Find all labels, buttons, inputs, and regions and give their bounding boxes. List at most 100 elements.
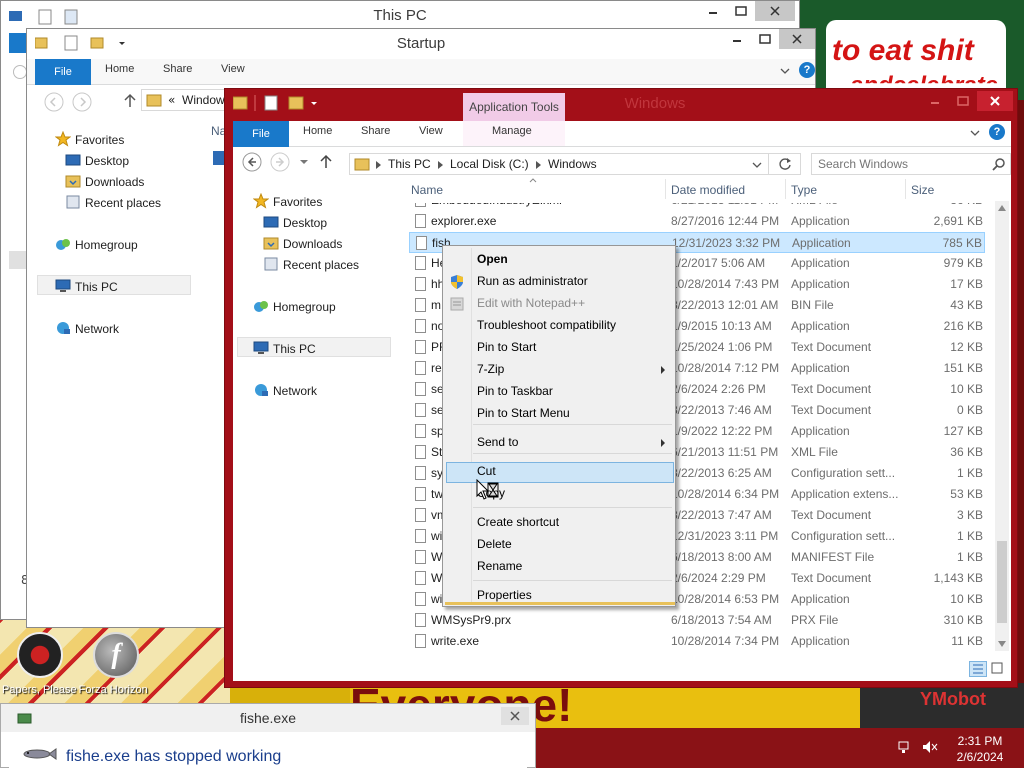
- scroll-up-icon[interactable]: [998, 205, 1006, 211]
- menu-item-pin-to-start[interactable]: Pin to Start: [477, 340, 536, 354]
- tab-file[interactable]: File: [233, 121, 289, 147]
- back-button[interactable]: [13, 65, 27, 79]
- vertical-scrollbar[interactable]: [995, 201, 1009, 651]
- nav-downloads[interactable]: Downloads: [65, 173, 144, 189]
- close-button[interactable]: [779, 29, 815, 49]
- column-header-date[interactable]: Date modified: [671, 183, 745, 197]
- nav-network[interactable]: Network: [55, 320, 119, 336]
- file-icon: [415, 340, 426, 354]
- tab-view[interactable]: View: [419, 125, 443, 137]
- scrollbar-thumb[interactable]: [997, 541, 1007, 623]
- forward-button[interactable]: [269, 151, 291, 173]
- help-icon[interactable]: ?: [799, 62, 815, 78]
- menu-item-pin-to-taskbar[interactable]: Pin to Taskbar: [477, 384, 553, 398]
- forward-button[interactable]: [71, 91, 93, 113]
- file-name: re: [431, 361, 442, 375]
- taskbar-clock[interactable]: 2:31 PM 2/6/2024: [940, 733, 1020, 765]
- minimize-button[interactable]: [921, 91, 949, 111]
- menu-item-pin-to-start-menu[interactable]: Pin to Start Menu: [477, 406, 570, 420]
- file-row[interactable]: WMSysPr9.prx 6/18/2013 7:54 AM PRX File 310…: [409, 610, 985, 631]
- breadcrumb-this-pc[interactable]: This PC: [388, 157, 431, 171]
- close-button[interactable]: [977, 91, 1013, 111]
- volume-muted-icon[interactable]: [922, 740, 938, 754]
- maximize-button[interactable]: [727, 1, 755, 21]
- large-icons-view-icon[interactable]: [989, 661, 1007, 677]
- file-date: 8/22/2013 12:01 AM: [671, 298, 779, 312]
- dialog-close-button[interactable]: [501, 707, 529, 725]
- minimize-button[interactable]: [699, 1, 727, 21]
- nav-desktop[interactable]: Desktop: [65, 152, 129, 168]
- chevron-down-icon[interactable]: [779, 65, 791, 77]
- file-name: St: [431, 445, 443, 459]
- menu-item-create-shortcut[interactable]: Create shortcut: [477, 515, 559, 529]
- dialog-title-bar[interactable]: fishe.exe: [1, 704, 535, 732]
- menu-item-rename[interactable]: Rename: [477, 559, 522, 573]
- file-icon: [416, 236, 427, 250]
- error-dialog[interactable]: fishe.exe fishe.exe has stopped working: [0, 703, 536, 768]
- menu-item-open[interactable]: Open: [477, 252, 508, 266]
- menu-item-properties[interactable]: Properties: [477, 588, 532, 602]
- tab-file[interactable]: File: [35, 59, 91, 85]
- maximize-button[interactable]: [949, 91, 977, 111]
- search-icon[interactable]: [992, 157, 1006, 171]
- column-header-type[interactable]: Type: [791, 183, 817, 197]
- tab-home[interactable]: Home: [303, 125, 332, 137]
- nav-favorites[interactable]: Favorites: [55, 131, 124, 147]
- minimize-button[interactable]: [723, 29, 751, 49]
- file-date: 2/6/2024 2:29 PM: [671, 571, 766, 585]
- breadcrumb-windows[interactable]: Windows: [548, 157, 597, 171]
- menu-item-7-zip[interactable]: 7-Zip: [477, 362, 504, 376]
- close-button[interactable]: [755, 1, 795, 21]
- scroll-down-icon[interactable]: [998, 641, 1006, 647]
- maximize-button[interactable]: [751, 29, 779, 49]
- chevron-right-icon: [536, 161, 541, 169]
- menu-item-run-as-administrator[interactable]: Run as administrator: [477, 274, 588, 288]
- desktop-icon-forza-horizon[interactable]: f: [86, 632, 146, 678]
- file-type: Application: [791, 361, 850, 375]
- breadcrumb-local-disk[interactable]: Local Disk (C:): [450, 157, 529, 171]
- nav-homegroup[interactable]: Homegroup: [55, 236, 138, 252]
- file-date: 12/31/2023 3:32 PM: [672, 236, 781, 250]
- file-name: write.exe: [431, 634, 480, 648]
- tab-view[interactable]: View: [221, 63, 245, 75]
- search-box[interactable]: [811, 153, 1011, 175]
- address-bar[interactable]: This PC Local Disk (C:) Windows: [349, 153, 801, 175]
- file-size: 10 KB: [950, 592, 983, 606]
- file-date: 6/18/2013 7:54 AM: [671, 613, 772, 627]
- chevron-down-icon[interactable]: [969, 127, 981, 139]
- nav-recent-places[interactable]: Recent places: [65, 194, 161, 210]
- file-row[interactable]: explorer.exe 8/27/2016 12:44 PM Applicatio…: [409, 211, 985, 232]
- title-bar[interactable]: Startup: [27, 29, 815, 59]
- tab-share[interactable]: Share: [361, 125, 390, 137]
- desktop-icon-papers-please[interactable]: [10, 632, 70, 678]
- tab-share[interactable]: Share: [163, 63, 192, 75]
- title-bar[interactable]: This PC: [1, 1, 799, 31]
- back-button[interactable]: [241, 151, 263, 173]
- recent-locations-chevron-icon[interactable]: [299, 157, 309, 167]
- menu-item-cut[interactable]: Cut: [477, 464, 496, 478]
- help-icon[interactable]: ?: [989, 124, 1005, 140]
- file-type: BIN File: [791, 298, 834, 312]
- details-view-icon[interactable]: [969, 661, 987, 677]
- nav-this-pc[interactable]: This PC: [55, 278, 118, 294]
- address-dropdown-icon[interactable]: [752, 161, 762, 169]
- tab-home[interactable]: Home: [105, 63, 134, 75]
- up-arrow-icon[interactable]: [123, 93, 137, 109]
- quick-access-toolbar[interactable]: [233, 93, 329, 113]
- network-tray-icon[interactable]: [898, 740, 912, 754]
- file-size: 310 KB: [943, 613, 983, 627]
- tab-manage[interactable]: Manage: [492, 125, 532, 137]
- search-input[interactable]: [818, 156, 988, 172]
- up-arrow-icon[interactable]: [319, 154, 333, 170]
- file-name: WMSysPr9.prx: [431, 613, 512, 627]
- refresh-icon[interactable]: [778, 157, 792, 171]
- menu-item-edit-with-notepad[interactable]: Edit with Notepad++: [477, 296, 585, 310]
- menu-item-troubleshoot-compatibility[interactable]: Troubleshoot compatibility: [477, 318, 616, 332]
- menu-item-delete[interactable]: Delete: [477, 537, 512, 551]
- menu-item-send-to[interactable]: Send to: [477, 435, 518, 449]
- file-row[interactable]: write.exe 10/28/2014 7:34 PM Application 11…: [409, 631, 985, 651]
- column-header-size[interactable]: Size: [911, 183, 934, 197]
- address-overflow-chevron[interactable]: «: [168, 93, 175, 107]
- back-button[interactable]: [43, 91, 65, 113]
- column-header-name[interactable]: Name: [411, 183, 443, 197]
